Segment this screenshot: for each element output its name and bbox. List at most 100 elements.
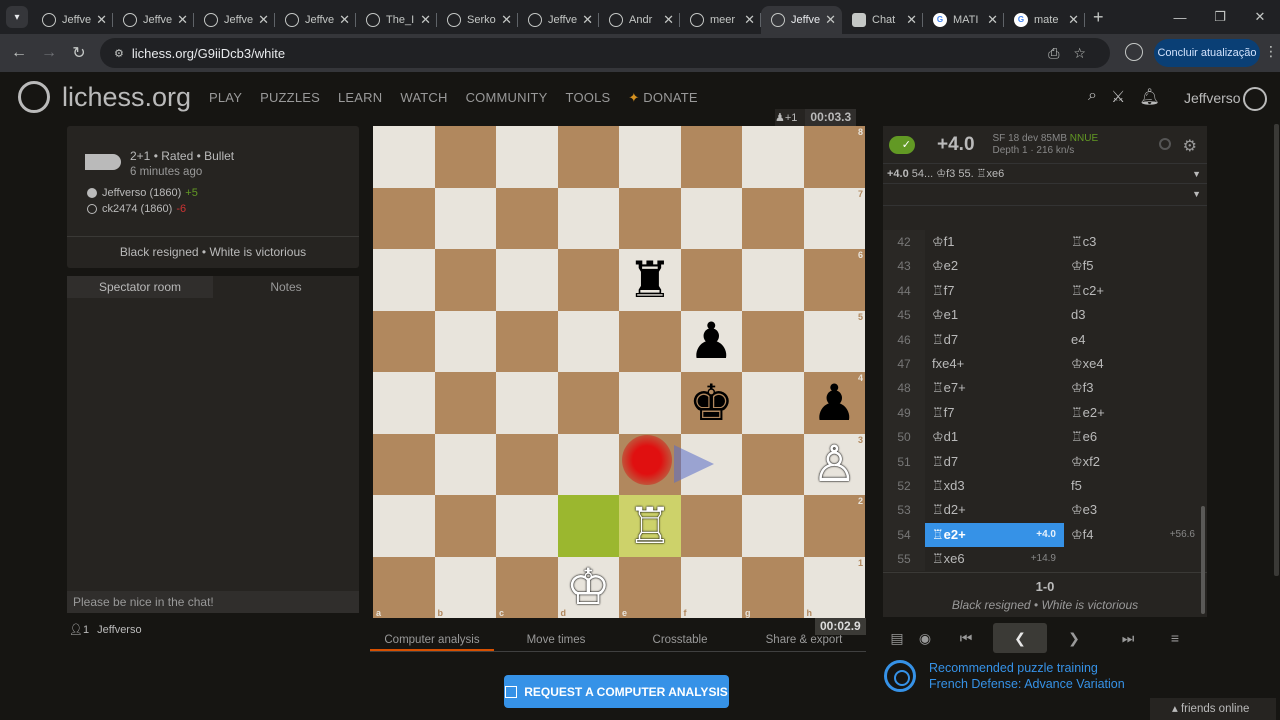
site-info-icon[interactable]: ⚙ bbox=[114, 47, 124, 60]
square-c7[interactable] bbox=[496, 187, 558, 249]
black-move[interactable]: ♖c2+ bbox=[1064, 279, 1203, 303]
black-move[interactable]: ♔f5 bbox=[1064, 254, 1203, 278]
square-e8[interactable] bbox=[619, 126, 681, 188]
practice-icon[interactable]: ◉ bbox=[911, 623, 939, 653]
menu-icon[interactable]: ≡ bbox=[1155, 623, 1195, 653]
black-move[interactable]: ♔xf2 bbox=[1064, 450, 1203, 474]
black-piece-e6[interactable]: ♜ bbox=[619, 249, 681, 311]
white-move[interactable]: ♔d1 bbox=[925, 425, 1064, 449]
tab-search-button[interactable]: ▾ bbox=[6, 6, 28, 28]
black-move[interactable]: ♖e6 bbox=[1064, 425, 1203, 449]
white-move[interactable]: ♔e2 bbox=[925, 254, 1064, 278]
browser-tab[interactable]: Jeffve ✕ bbox=[518, 6, 599, 34]
square-a1[interactable]: a bbox=[373, 556, 435, 618]
square-c2[interactable] bbox=[496, 495, 558, 557]
square-c4[interactable] bbox=[496, 372, 558, 434]
browser-tab[interactable]: Jeffve ✕ bbox=[194, 6, 275, 34]
search-icon[interactable]: ⌕ bbox=[1088, 87, 1097, 107]
white-piece-d1[interactable]: ♔ bbox=[558, 557, 620, 619]
book-icon[interactable]: ▤ bbox=[883, 623, 911, 653]
square-c5[interactable] bbox=[496, 310, 558, 372]
square-b1[interactable]: b bbox=[434, 556, 496, 618]
white-move[interactable]: ♖xe6 +14.9 bbox=[925, 547, 1064, 571]
square-e4[interactable] bbox=[619, 372, 681, 434]
request-analysis-button[interactable]: REQUEST A COMPUTER ANALYSIS bbox=[504, 675, 729, 708]
nav-puzzles[interactable]: PUZZLES bbox=[260, 90, 320, 106]
close-tab-icon[interactable]: ✕ bbox=[582, 12, 593, 28]
black-move[interactable]: ♖c3 bbox=[1064, 230, 1203, 254]
close-tab-icon[interactable]: ✕ bbox=[744, 12, 755, 28]
square-f5[interactable]: ♟ bbox=[680, 310, 742, 372]
white-move[interactable]: ♔f1 bbox=[925, 230, 1064, 254]
browser-tab[interactable]: G MATI ✕ bbox=[923, 6, 1004, 34]
gear-icon[interactable]: ⚙ bbox=[1183, 136, 1197, 156]
square-b2[interactable] bbox=[434, 495, 496, 557]
close-tab-icon[interactable]: ✕ bbox=[663, 12, 674, 28]
square-h8[interactable]: 8 bbox=[803, 126, 865, 188]
square-g1[interactable]: g bbox=[742, 556, 804, 618]
browser-tab[interactable]: Serko ✕ bbox=[437, 6, 518, 34]
pv-line[interactable]: +4.0 54... ♔f3 55. ♖xe6 ▼ bbox=[883, 164, 1207, 184]
white-move[interactable]: ♖d7 bbox=[925, 450, 1064, 474]
square-e5[interactable] bbox=[619, 310, 681, 372]
close-window-button[interactable]: ✕ bbox=[1240, 0, 1280, 34]
square-a5[interactable] bbox=[373, 310, 435, 372]
square-c1[interactable]: c bbox=[496, 556, 558, 618]
maximize-button[interactable]: ❐ bbox=[1200, 0, 1240, 34]
square-a8[interactable] bbox=[373, 126, 435, 188]
browser-menu-icon[interactable]: ⋮ bbox=[1264, 43, 1278, 60]
square-e6[interactable]: ♜ bbox=[619, 249, 681, 311]
new-tab-button[interactable]: + bbox=[1093, 7, 1104, 28]
square-d2[interactable] bbox=[557, 495, 619, 557]
square-g5[interactable] bbox=[742, 310, 804, 372]
black-move[interactable]: ♖e2+ bbox=[1064, 401, 1203, 425]
tab-move-times[interactable]: Move times bbox=[494, 630, 618, 651]
site-logo-text[interactable]: lichess.org bbox=[62, 82, 191, 113]
browser-tab[interactable]: Jeffve ✕ bbox=[32, 6, 113, 34]
square-b3[interactable] bbox=[434, 433, 496, 495]
black-move[interactable]: d3 bbox=[1064, 303, 1203, 327]
tab-notes[interactable]: Notes bbox=[213, 276, 359, 298]
square-d5[interactable] bbox=[557, 310, 619, 372]
square-g8[interactable] bbox=[742, 126, 804, 188]
caret-down-icon[interactable]: ▼ bbox=[1192, 164, 1201, 184]
square-d8[interactable] bbox=[557, 126, 619, 188]
nav-watch[interactable]: WATCH bbox=[400, 90, 447, 106]
browser-tab[interactable]: Gmate ✕ bbox=[1004, 6, 1085, 34]
white-piece-h3[interactable]: ♙ bbox=[804, 434, 866, 496]
browser-tab[interactable]: meer ✕ bbox=[680, 6, 761, 34]
first-move-button[interactable]: ⏮ bbox=[939, 623, 993, 653]
close-tab-icon[interactable]: ✕ bbox=[825, 12, 836, 28]
square-c3[interactable] bbox=[496, 433, 558, 495]
square-f4[interactable]: ♚ bbox=[680, 372, 742, 434]
white-piece-e2[interactable]: ♖ bbox=[619, 495, 681, 557]
square-h6[interactable]: 6 bbox=[803, 249, 865, 311]
square-a2[interactable] bbox=[373, 495, 435, 557]
black-move[interactable]: ♔f3 bbox=[1064, 376, 1203, 400]
address-bar[interactable]: ⚙ lichess.org/G9iiDcb3/white ⎙☆ bbox=[100, 38, 1110, 68]
square-b7[interactable] bbox=[434, 187, 496, 249]
watcher-name[interactable]: Jeffverso bbox=[97, 624, 141, 636]
square-a6[interactable] bbox=[373, 249, 435, 311]
square-c6[interactable] bbox=[496, 249, 558, 311]
black-player[interactable]: ck2474 (1860) -6 bbox=[87, 203, 186, 215]
black-move[interactable]: f5 bbox=[1064, 474, 1203, 498]
bookmark-star-icon[interactable]: ⎙☆ bbox=[1048, 45, 1100, 62]
move-list-scrollbar[interactable] bbox=[1201, 506, 1205, 614]
forward-button[interactable]: → bbox=[34, 44, 64, 62]
square-h4[interactable]: 4 ♟ bbox=[803, 372, 865, 434]
square-a4[interactable] bbox=[373, 372, 435, 434]
prev-move-button[interactable]: ❮ bbox=[993, 623, 1047, 653]
close-tab-icon[interactable]: ✕ bbox=[501, 12, 512, 28]
square-d7[interactable] bbox=[557, 187, 619, 249]
browser-tab[interactable]: Jeffve ✕ bbox=[275, 6, 356, 34]
square-f7[interactable] bbox=[680, 187, 742, 249]
white-move[interactable]: ♖d2+ bbox=[925, 498, 1064, 522]
close-tab-icon[interactable]: ✕ bbox=[420, 12, 431, 28]
caret-down-icon[interactable]: ▼ bbox=[1192, 189, 1201, 199]
notification-bell-icon[interactable]: 🔔︎ bbox=[1139, 87, 1159, 107]
minimize-button[interactable]: — bbox=[1160, 0, 1200, 34]
close-tab-icon[interactable]: ✕ bbox=[177, 12, 188, 28]
friends-online-button[interactable]: ▴ friends online bbox=[1150, 698, 1276, 720]
square-c8[interactable] bbox=[496, 126, 558, 188]
